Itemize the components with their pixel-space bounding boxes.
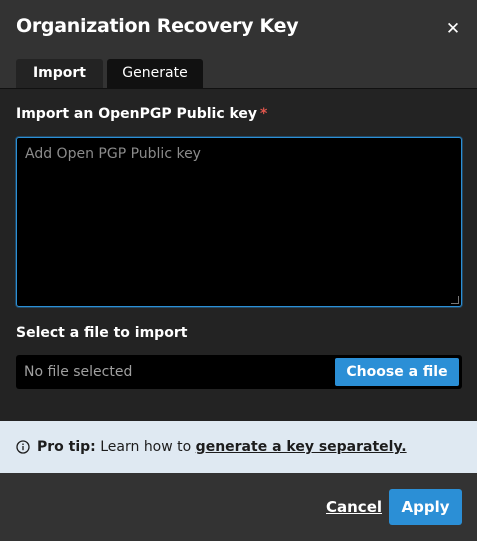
tab-generate[interactable]: Generate: [107, 59, 203, 88]
key-label-text: Import an OpenPGP Public key: [16, 106, 258, 122]
pro-tip-body: Learn how to: [100, 439, 192, 455]
file-status-text: No file selected: [24, 364, 133, 380]
close-icon: ✕: [445, 19, 461, 39]
close-button[interactable]: ✕: [445, 20, 461, 38]
dialog-header: Organization Recovery Key ✕: [0, 0, 477, 59]
tab-import[interactable]: Import: [16, 59, 103, 88]
cancel-button[interactable]: Cancel: [318, 490, 390, 524]
dialog-footer: Cancel Apply: [0, 473, 477, 541]
choose-file-button[interactable]: Choose a file: [335, 358, 459, 386]
key-textarea-wrap: [16, 137, 462, 307]
generate-key-link[interactable]: generate a key separately.: [196, 439, 407, 455]
file-field-label: Select a file to import: [16, 325, 188, 341]
apply-button[interactable]: Apply: [389, 489, 462, 525]
recovery-key-dialog: Organization Recovery Key ✕ Import Gener…: [0, 0, 477, 541]
resize-handle-icon[interactable]: [451, 296, 459, 304]
pro-tip-text: Pro tip: Learn how to generate a key sep…: [37, 421, 407, 473]
file-input: No file selected Choose a file: [16, 355, 462, 389]
pro-tip-prefix: Pro tip:: [37, 439, 96, 455]
info-icon: [16, 440, 30, 454]
required-marker: *: [260, 106, 268, 122]
import-panel: Import an OpenPGP Public key* Select a f…: [0, 88, 477, 422]
public-key-textarea[interactable]: [16, 137, 462, 307]
dialog-title: Organization Recovery Key: [16, 15, 299, 37]
key-field-label: Import an OpenPGP Public key *: [16, 106, 267, 122]
pro-tip-banner: Pro tip: Learn how to generate a key sep…: [0, 421, 477, 473]
